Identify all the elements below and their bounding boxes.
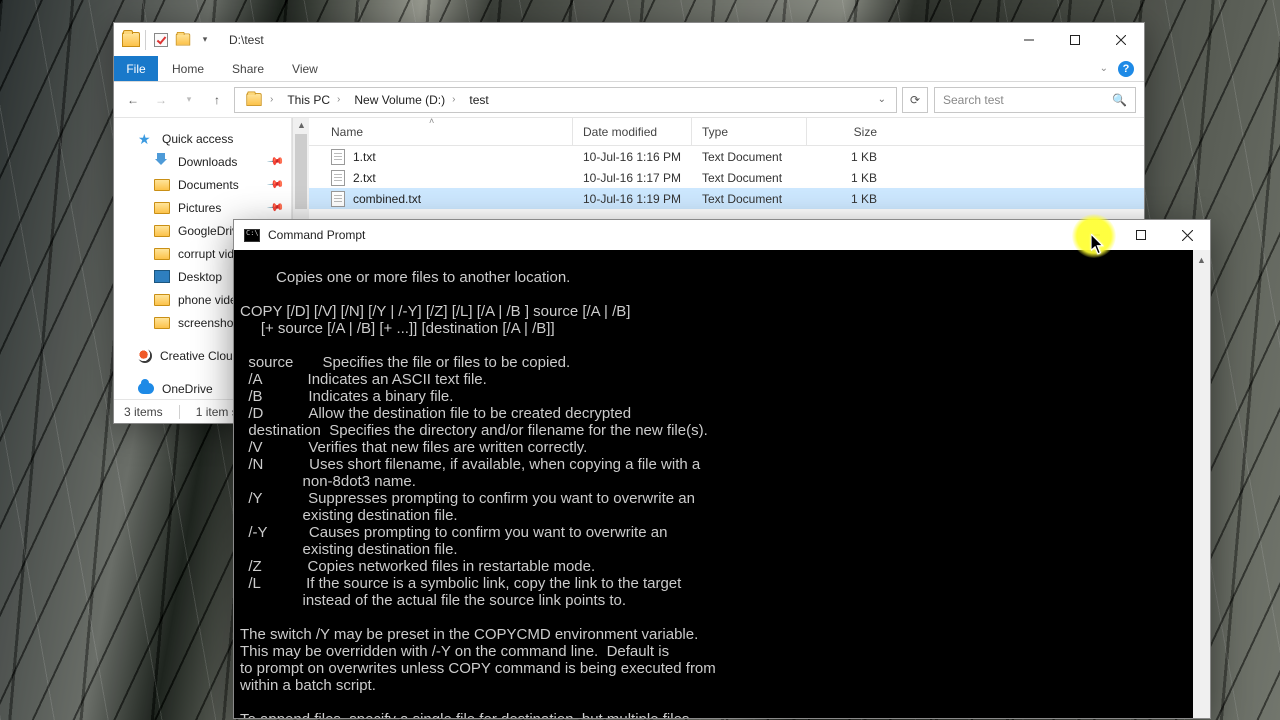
separator [145,30,146,50]
cmd-maximize-button[interactable] [1118,220,1164,250]
address-history-icon[interactable]: ⌄ [872,94,892,105]
command-prompt-window: Command Prompt Copies one or more files … [233,219,1211,719]
sidebar-item[interactable]: Pictures 📌 [114,196,291,219]
nav-label: OneDrive [162,382,213,396]
cmd-minimize-button[interactable] [1072,220,1118,250]
nav-label: Desktop [178,270,222,284]
qat-customize-button[interactable] [195,30,215,50]
breadcrumb-volume[interactable]: New Volume (D:)› [348,88,463,112]
file-size: 1 KB [807,171,887,185]
file-date: 10-Jul-16 1:17 PM [573,171,692,185]
pin-icon: 📌 [267,152,286,171]
qat-new-folder-button[interactable] [173,30,193,50]
search-icon: 🔍 [1112,93,1127,107]
breadcrumb-this-pc[interactable]: This PC› [281,88,348,112]
onedrive-icon [138,383,154,394]
cmd-scrollbar[interactable]: ▲ [1193,250,1210,718]
column-type[interactable]: Type [692,118,807,145]
text-file-icon [331,191,345,207]
nav-quick-access[interactable]: Quick access [114,127,291,150]
creative-cloud-icon [138,349,152,363]
file-size: 1 KB [807,150,887,164]
file-type: Text Document [692,150,807,164]
nav-up-button[interactable]: ↑ [206,89,228,111]
nav-label: Quick access [162,132,233,146]
ribbon-file-tab[interactable]: File [114,56,158,81]
file-type: Text Document [692,171,807,185]
text-file-icon [331,149,345,165]
folder-icon [154,294,170,306]
folder-icon [246,93,261,106]
file-name: 2.txt [353,171,376,185]
dl-icon [154,155,170,168]
nav-label: Pictures [178,201,221,215]
explorer-titlebar[interactable]: D:\test [114,23,1144,56]
cmd-terminal[interactable]: Copies one or more files to another loca… [234,250,1210,718]
folder-icon [154,202,170,214]
sidebar-item[interactable]: Documents 📌 [114,173,291,196]
folder-icon [154,248,170,260]
search-input[interactable]: Search test 🔍 [934,87,1136,113]
refresh-button[interactable]: ⟳ [902,87,928,113]
file-row[interactable]: 2.txt 10-Jul-16 1:17 PMText Document1 KB [309,167,1144,188]
star-icon [138,132,154,145]
cmd-title: Command Prompt [268,228,365,242]
ribbon: File Home Share View ⌄ ? [114,56,1144,82]
folder-icon [154,317,170,329]
file-date: 10-Jul-16 1:16 PM [573,150,692,164]
column-headers[interactable]: Name˄ Date modified Type Size [309,118,1144,146]
ribbon-tab-share[interactable]: Share [218,56,278,81]
cmd-icon [244,229,260,242]
breadcrumb-folder[interactable]: test [463,88,494,112]
ribbon-tab-view[interactable]: View [278,56,332,81]
status-item-count: 3 items [124,405,163,419]
cmd-output: Copies one or more files to another loca… [240,269,716,718]
address-bar[interactable]: › This PC› New Volume (D:)› test ⌄ [234,87,897,113]
pin-icon: 📌 [267,198,286,217]
close-button[interactable] [1098,23,1144,56]
help-icon[interactable]: ? [1118,61,1134,77]
file-name: 1.txt [353,150,376,164]
desktop-icon [154,270,170,283]
qat-properties-button[interactable] [151,30,171,50]
folder-icon [154,225,170,237]
folder-icon [122,32,140,47]
column-name[interactable]: Name˄ [309,118,573,145]
folder-icon [154,179,170,191]
file-row[interactable]: combined.txt 10-Jul-16 1:19 PMText Docume… [309,188,1144,209]
text-file-icon [331,170,345,186]
maximize-button[interactable] [1052,23,1098,56]
nav-label: Creative Cloud [160,349,239,363]
nav-back-button[interactable]: ← [122,89,144,111]
file-name: combined.txt [353,192,421,206]
cmd-close-button[interactable] [1164,220,1210,250]
column-size[interactable]: Size [807,118,887,145]
file-row[interactable]: 1.txt 10-Jul-16 1:16 PMText Document1 KB [309,146,1144,167]
nav-label: Documents [178,178,239,192]
nav-label: Downloads [178,155,237,169]
sort-ascending-icon: ˄ [429,116,434,126]
file-size: 1 KB [807,192,887,206]
ribbon-tab-home[interactable]: Home [158,56,218,81]
pin-icon: 📌 [267,175,286,194]
minimize-button[interactable] [1006,23,1052,56]
nav-forward-button[interactable]: → [150,89,172,111]
column-date[interactable]: Date modified [573,118,692,145]
file-type: Text Document [692,192,807,206]
file-date: 10-Jul-16 1:19 PM [573,192,692,206]
search-placeholder: Search test [943,93,1004,107]
ribbon-expand-icon[interactable]: ⌄ [1100,63,1108,74]
sidebar-item[interactable]: Downloads 📌 [114,150,291,173]
address-row: ← → ▾ ↑ › This PC› New Volume (D:)› test… [114,82,1144,117]
nav-recent-button[interactable]: ▾ [178,89,200,111]
window-title: D:\test [229,33,264,47]
cmd-titlebar[interactable]: Command Prompt [234,220,1210,250]
